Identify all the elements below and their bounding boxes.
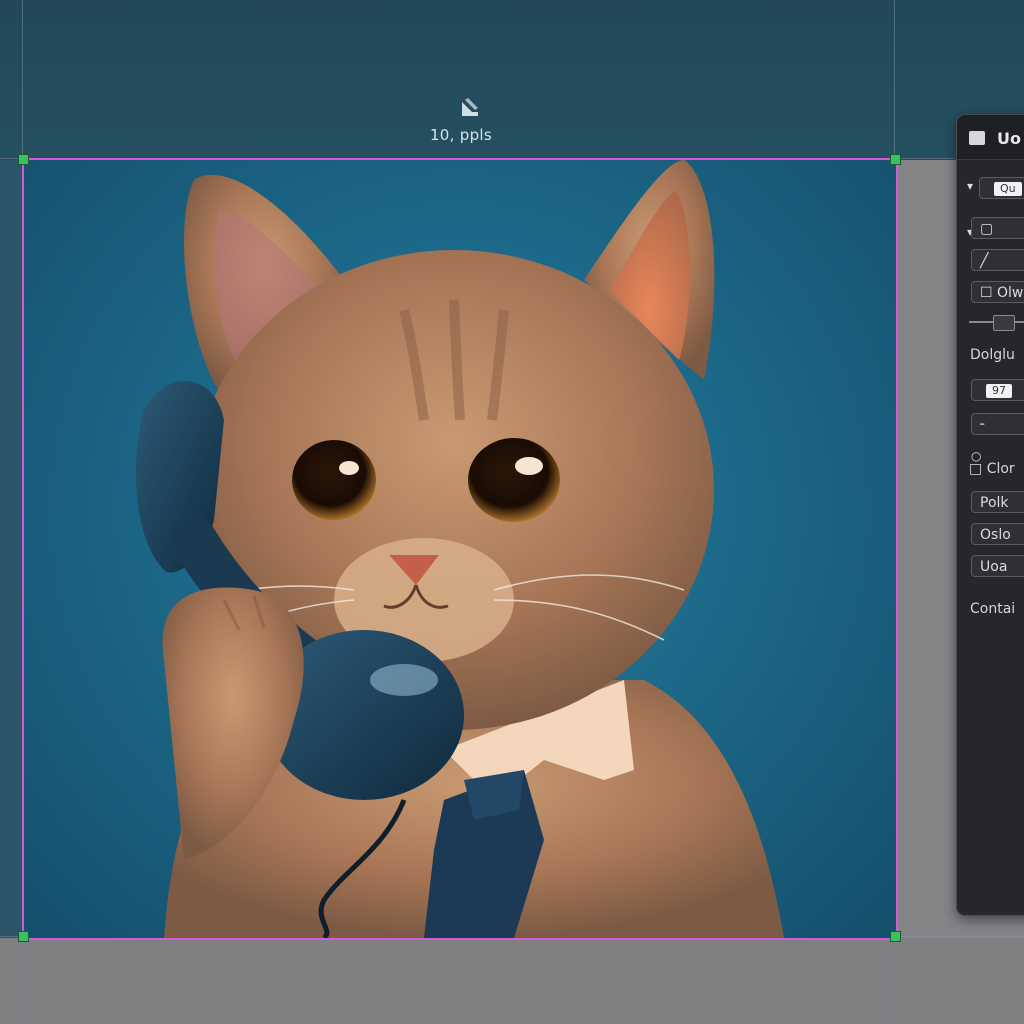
panel-title: Uo xyxy=(997,129,1021,148)
canvas-backdrop-bottom xyxy=(0,938,1024,1024)
kitten-on-phone-illustration xyxy=(135,160,784,938)
dropdown-arrow-icon[interactable]: ▾ xyxy=(967,179,973,193)
panel-slider[interactable] xyxy=(969,315,1024,331)
resize-handle-bottom-left[interactable] xyxy=(18,931,29,942)
properties-panel: Uo ▾ Qu ▾ ▢ ╱ ☐ Olwa Dolglu 97 ╴ ○ □ Clo… xyxy=(956,114,1024,916)
panel-button-3[interactable]: Uoa xyxy=(971,555,1024,577)
panel-header: Uo xyxy=(957,115,1024,160)
panel-button-2[interactable]: Oslo xyxy=(971,523,1024,545)
canvas-backdrop-left xyxy=(0,160,24,938)
slider-knob[interactable] xyxy=(993,315,1015,331)
panel-field-2[interactable]: ▢ xyxy=(971,217,1024,239)
field-value-chip: 97 xyxy=(986,384,1012,398)
guide-line-top[interactable] xyxy=(0,158,1024,159)
artboard-image[interactable] xyxy=(24,160,896,938)
checkbox-icon[interactable]: □ xyxy=(969,461,982,477)
field-value-chip: Qu xyxy=(994,182,1022,196)
panel-field-4[interactable]: ☐ Olwa xyxy=(971,281,1024,303)
pencil-ruler-icon xyxy=(458,96,482,120)
panel-field-1[interactable]: Qu xyxy=(979,177,1024,199)
document-icon xyxy=(969,131,985,145)
panel-field-5[interactable]: 97 xyxy=(971,379,1024,401)
resize-handle-top-left[interactable] xyxy=(18,154,29,165)
dimension-label: 10, ppls xyxy=(429,126,493,144)
checkbox-text: Clor xyxy=(986,461,1015,477)
panel-field-6[interactable]: ╴ xyxy=(971,413,1024,435)
panel-button-1[interactable]: Polk xyxy=(971,491,1024,513)
checkbox-label[interactable]: □ Clor xyxy=(969,461,1015,477)
panel-field-3[interactable]: ╱ xyxy=(971,249,1024,271)
resize-handle-bottom-right[interactable] xyxy=(890,931,901,942)
section-heading-1: Dolglu xyxy=(970,347,1015,363)
section-heading-2: Contai xyxy=(970,601,1016,617)
resize-handle-top-right[interactable] xyxy=(890,154,901,165)
